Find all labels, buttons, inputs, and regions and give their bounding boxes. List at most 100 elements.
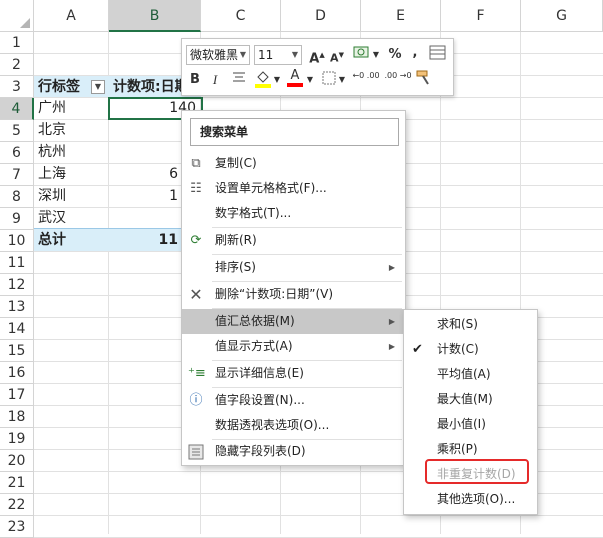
submenu-item-average[interactable]: 平均值(A) [404, 362, 537, 387]
menu-item-number-format[interactable]: 数字格式(T)... [182, 201, 405, 226]
align-center-icon[interactable] [230, 70, 248, 90]
decrease-font-size-button[interactable]: A▼ [329, 45, 345, 65]
distinct-count-highlight [425, 459, 529, 484]
submenu-item-sum[interactable]: 求和(S) [404, 312, 537, 337]
refresh-icon: ⟳ [190, 233, 202, 248]
increase-decimal-button[interactable]: ←0 .00 [352, 72, 380, 92]
row-header[interactable]: 17 [0, 384, 34, 406]
close-icon: ✕ [189, 285, 203, 304]
menu-item-show-values-as[interactable]: 值显示方式(A) ▶ [182, 334, 405, 359]
context-menu: 搜索菜单 ⧉ 复制(C) ☷ 设置单元格格式(F)... 数字格式(T)... … [181, 110, 406, 466]
submenu-item-more-options[interactable]: 其他选项(O)... [404, 487, 537, 512]
row-header[interactable]: 8 [0, 186, 34, 208]
chevron-down-icon[interactable]: ▼ [306, 70, 314, 90]
row-header[interactable]: 5 [0, 120, 34, 142]
row-header[interactable]: 10 [0, 230, 34, 252]
column-header-e[interactable]: E [361, 0, 441, 32]
row-header[interactable]: 2 [0, 54, 34, 76]
pivot-row-label: 深圳 [38, 188, 66, 204]
row-header[interactable]: 22 [0, 494, 34, 516]
field-settings-icon: ⓘ [189, 393, 203, 408]
comma-style-button[interactable]: , [408, 43, 422, 63]
row-header[interactable]: 12 [0, 274, 34, 296]
summarize-by-submenu: 求和(S) ✔ 计数(C) 平均值(A) 最大值(M) 最小值(I) 乘积(P)… [403, 309, 538, 515]
submenu-arrow-icon: ▶ [388, 263, 395, 272]
column-header-g[interactable]: G [521, 0, 603, 32]
fill-color-swatch [255, 84, 271, 88]
menu-item-show-details[interactable]: ⁺≡ 显示详细信息(E) [182, 361, 405, 386]
show-details-icon: ⁺≡ [188, 366, 206, 381]
field-list-icon [188, 444, 204, 460]
row-header[interactable]: 15 [0, 340, 34, 362]
mini-toolbar: 微软雅黑 ▼ 11 ▼ A▲ A▼ ▼ % , B I ▼ A ▼ ▼ ←0 .00… [181, 38, 454, 96]
checkmark-icon: ✔ [412, 342, 423, 357]
chevron-down-icon[interactable]: ▼ [338, 70, 346, 90]
increase-font-size-button[interactable]: A▲ [309, 45, 325, 66]
select-all-corner[interactable] [0, 0, 34, 32]
format-painter-icon[interactable] [414, 68, 434, 88]
row-header[interactable]: 23 [0, 516, 34, 538]
row-header[interactable]: 3 [0, 76, 34, 98]
pivot-total-value: 11 [158, 232, 178, 248]
menu-item-remove-field[interactable]: ✕ 删除“计数项:日期”(V) [182, 282, 405, 307]
row-header[interactable]: 16 [0, 362, 34, 384]
menu-item-hide-field-list[interactable]: 隐藏字段列表(D) [182, 439, 405, 464]
column-header-a[interactable]: A [34, 0, 109, 32]
row-header[interactable]: 21 [0, 472, 34, 494]
row-header[interactable]: 11 [0, 252, 34, 274]
menu-item-refresh[interactable]: ⟳ 刷新(R) [182, 228, 405, 253]
gridline [34, 515, 603, 516]
row-header[interactable]: 13 [0, 296, 34, 318]
pivot-row-value: 6 [169, 166, 178, 182]
submenu-arrow-icon: ▶ [388, 317, 395, 326]
font-name-box[interactable]: 微软雅黑 ▼ [186, 45, 250, 65]
pivot-row-label: 广州 [38, 100, 66, 116]
menu-item-pivot-options[interactable]: 数据透视表选项(O)... [182, 413, 405, 438]
menu-item-value-field-settings[interactable]: ⓘ 值字段设置(N)... [182, 388, 405, 413]
column-header-b[interactable]: B [109, 0, 201, 32]
submenu-item-count[interactable]: ✔ 计数(C) [404, 337, 537, 362]
row-header[interactable]: 7 [0, 164, 34, 186]
row-header[interactable]: 9 [0, 208, 34, 230]
menu-item-format-cells[interactable]: ☷ 设置单元格格式(F)... [182, 176, 405, 201]
row-header[interactable]: 4 [0, 98, 34, 120]
row-header[interactable]: 14 [0, 318, 34, 340]
row-header[interactable]: 19 [0, 428, 34, 450]
submenu-item-min[interactable]: 最小值(I) [404, 412, 537, 437]
chevron-down-icon[interactable]: ▼ [273, 70, 281, 90]
pivot-row-label: 北京 [38, 122, 66, 138]
percent-style-button[interactable]: % [386, 45, 404, 65]
format-table-icon[interactable] [428, 45, 448, 65]
pivot-row-value: 1 [169, 188, 178, 204]
bold-button[interactable]: B [188, 70, 202, 90]
column-header-d[interactable]: D [281, 0, 361, 32]
copy-icon: ⧉ [191, 156, 201, 171]
row-header[interactable]: 1 [0, 32, 34, 54]
column-header-c[interactable]: C [201, 0, 281, 32]
filter-dropdown-icon[interactable]: ▼ [91, 80, 105, 94]
borders-icon[interactable] [320, 70, 338, 90]
row-header[interactable]: 6 [0, 142, 34, 164]
pivot-row-label: 杭州 [38, 144, 66, 160]
decrease-decimal-button[interactable]: .00 →0 [384, 72, 412, 92]
pivot-row-label-header: 行标签 [38, 79, 80, 95]
fill-color-icon[interactable] [254, 68, 272, 88]
menu-item-summarize-by[interactable]: 值汇总依据(M) ▶ [182, 309, 405, 334]
format-cells-icon: ☷ [190, 181, 202, 196]
accounting-format-icon[interactable] [352, 45, 372, 65]
pivot-row-label: 武汉 [38, 210, 66, 226]
font-size-box[interactable]: 11 ▼ [254, 45, 302, 65]
row-header[interactable]: 20 [0, 450, 34, 472]
font-color-button[interactable]: A [286, 68, 304, 88]
font-color-swatch [287, 83, 303, 87]
chevron-down-icon[interactable]: ▼ [372, 45, 380, 65]
submenu-arrow-icon: ▶ [388, 342, 395, 351]
column-header-f[interactable]: F [441, 0, 521, 32]
italic-button[interactable]: I [208, 70, 222, 90]
menu-item-copy[interactable]: ⧉ 复制(C) [182, 151, 405, 176]
submenu-item-max[interactable]: 最大值(M) [404, 387, 537, 412]
row-header[interactable]: 18 [0, 406, 34, 428]
menu-item-sort[interactable]: 排序(S) ▶ [182, 255, 405, 280]
pivot-row-label: 上海 [38, 166, 66, 182]
search-menu-input[interactable]: 搜索菜单 [190, 118, 399, 146]
